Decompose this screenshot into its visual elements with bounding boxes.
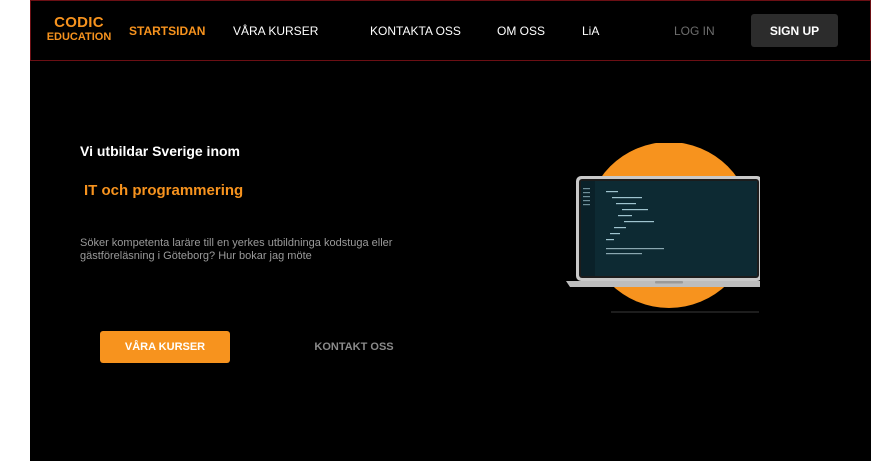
nav-item-om-oss[interactable]: OM OSS [497,24,545,38]
page: CODIC EDUCATION STARTSIDAN VÅRA KURSER K… [30,0,871,461]
nav-item-vara-kurser[interactable]: VÅRA KURSER [233,24,318,38]
brand-name: CODIC [54,14,104,31]
login-link[interactable]: LOG IN [674,24,715,38]
navbar: CODIC EDUCATION STARTSIDAN VÅRA KURSER K… [30,0,871,61]
nav-item-kontakta-oss[interactable]: KONTAKTA OSS [370,24,461,38]
hero-title: Vi utbildar Sverige inom [80,143,241,159]
our-courses-button[interactable]: VÅRA KURSER [100,331,230,363]
hero-highlight: IT och programmering [84,182,244,199]
contact-us-link[interactable]: KONTAKT OSS [294,341,414,353]
brand-logo[interactable]: CODIC EDUCATION [39,15,119,43]
hero-description: Söker kompetenta laräre till en yerkes u… [80,237,393,262]
signup-button[interactable]: SIGN UP [751,14,838,47]
nav-item-startsidan[interactable]: STARTSIDAN [129,24,205,38]
laptop-screen [581,181,757,276]
laptop-illustration [566,143,760,313]
nav-item-lia[interactable]: LiA [582,24,599,38]
brand-subtitle: EDUCATION [46,31,112,43]
